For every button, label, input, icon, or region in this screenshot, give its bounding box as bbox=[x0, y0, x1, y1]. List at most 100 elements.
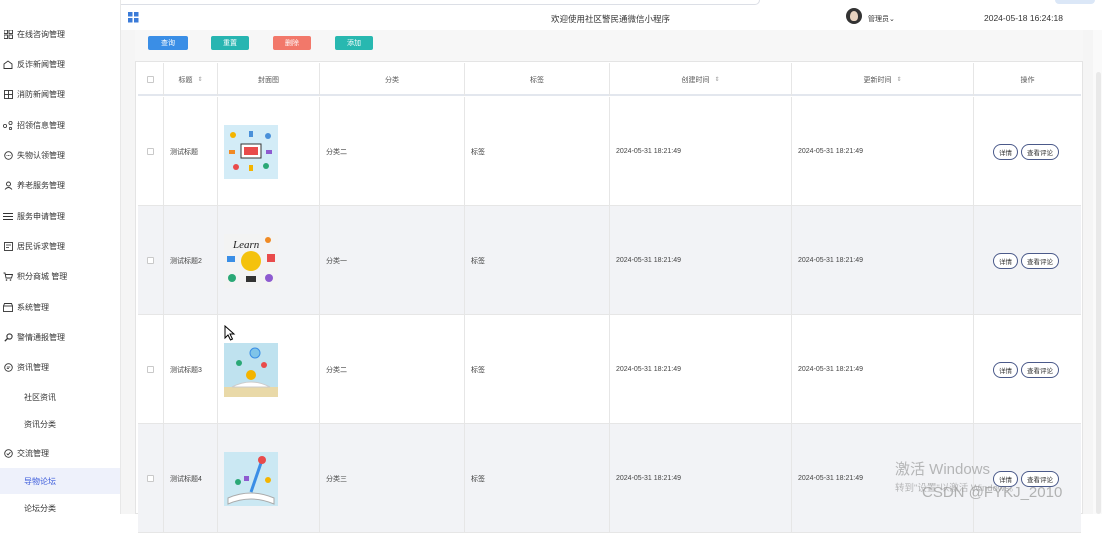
column-title-label: 标题 bbox=[178, 76, 193, 84]
sidebar-item-news[interactable]: 资讯管理 bbox=[0, 354, 120, 380]
cover-image[interactable] bbox=[224, 342, 278, 397]
column-tags: 标签 bbox=[465, 63, 610, 96]
column-updated[interactable]: 更新时间 ⇕ bbox=[792, 63, 974, 96]
sidebar-item-label: 招领信息管理 bbox=[17, 120, 65, 130]
search-icon bbox=[3, 332, 13, 342]
detail-button[interactable]: 详情 bbox=[993, 252, 1018, 269]
form-icon bbox=[3, 241, 13, 251]
sidebar-item-label: 失物认领管理 bbox=[17, 150, 65, 160]
sidebar-item-fire-news[interactable]: 消防新闻管理 bbox=[0, 81, 120, 107]
sidebar-item-label: 居民诉求管理 bbox=[17, 241, 65, 251]
view-comments-button[interactable]: 查看评论 bbox=[1021, 143, 1059, 160]
select-all-checkbox[interactable] bbox=[147, 76, 154, 83]
check-circle-icon bbox=[3, 448, 13, 458]
datetime: 2024-05-18 16:24:18 bbox=[984, 13, 1063, 23]
column-actions: 操作 bbox=[974, 63, 1081, 96]
chevron-down-icon: ⌄ bbox=[889, 16, 895, 23]
delete-button[interactable]: 删除 bbox=[273, 36, 311, 50]
sidebar-item-exchange[interactable]: 交流管理 bbox=[0, 440, 120, 466]
sidebar-item-label: 积分商城 管理 bbox=[17, 271, 68, 281]
column-cover: 封面图 bbox=[218, 63, 320, 96]
mouse-cursor-icon bbox=[224, 325, 236, 341]
menu-grid-icon[interactable] bbox=[128, 10, 139, 23]
sidebar-item-label: 资讯分类 bbox=[24, 419, 56, 429]
row-created: 2024-05-31 18:21:49 bbox=[610, 206, 792, 315]
reset-button[interactable]: 重置 bbox=[211, 36, 249, 50]
table-row: 测试标题3 分类二 标签 2024-05-31 18:21:49 2024-05… bbox=[138, 315, 1081, 424]
row-checkbox[interactable] bbox=[147, 366, 154, 373]
sidebar-item-lost-found[interactable]: 招领信息管理 bbox=[0, 112, 120, 138]
column-updated-label: 更新时间 bbox=[863, 76, 892, 84]
sort-icon[interactable]: ⇕ bbox=[896, 76, 901, 83]
sidebar-item-service-apply[interactable]: 服务申请管理 bbox=[0, 203, 120, 229]
row-updated: 2024-05-31 18:21:49 bbox=[792, 315, 974, 424]
row-category: 分类二 bbox=[320, 315, 465, 424]
sidebar-item-system[interactable]: 系统管理 bbox=[0, 294, 120, 320]
row-checkbox[interactable] bbox=[147, 148, 154, 155]
sidebar-item-points-mall[interactable]: 积分商城 管理 bbox=[0, 263, 120, 289]
user-name: 管理员 bbox=[868, 16, 889, 23]
top-header: 欢迎使用社区警民通微信小程序 管理员⌄ 2024-05-18 16:24:18 bbox=[121, 6, 1102, 30]
table-header: 标题 ⇕ 封面图 分类 标签 创建时间 ⇕ 更新时间 ⇕ 操作 bbox=[138, 63, 1081, 96]
sidebar-item-label: 消防新闻管理 bbox=[17, 89, 65, 99]
row-created: 2024-05-31 18:21:49 bbox=[610, 315, 792, 424]
column-created[interactable]: 创建时间 ⇕ bbox=[610, 63, 792, 96]
row-category: 分类二 bbox=[320, 97, 465, 206]
sidebar-item-label: 论坛分类 bbox=[24, 503, 56, 513]
column-tags-label: 标签 bbox=[530, 76, 544, 84]
query-button[interactable]: 查询 bbox=[148, 36, 188, 50]
share-icon bbox=[3, 120, 13, 130]
row-category: 分类一 bbox=[320, 206, 465, 315]
sidebar-item-label: 在线咨询管理 bbox=[17, 29, 65, 39]
detail-button[interactable]: 详情 bbox=[993, 143, 1018, 160]
row-title: 测试标题2 bbox=[164, 206, 218, 315]
sidebar-item-news-category[interactable]: 资讯分类 bbox=[0, 411, 120, 437]
vertical-scrollbar[interactable] bbox=[1096, 72, 1101, 514]
browser-action-pill[interactable] bbox=[1055, 0, 1095, 4]
sidebar-item-forum[interactable]: 导物论坛 bbox=[0, 468, 120, 494]
sidebar-item-lost-claim[interactable]: 失物认领管理 bbox=[0, 142, 120, 168]
chat-icon bbox=[3, 150, 13, 160]
sidebar-item-label: 系统管理 bbox=[17, 302, 49, 312]
row-title: 测试标题3 bbox=[164, 315, 218, 424]
sidebar-item-police-report[interactable]: 警情通报管理 bbox=[0, 324, 120, 350]
sidebar-item-elderly-service[interactable]: 养老服务管理 bbox=[0, 172, 120, 198]
sidebar-item-label: 交流管理 bbox=[17, 448, 49, 458]
columns-icon bbox=[3, 89, 13, 99]
select-all-cell bbox=[138, 63, 164, 96]
user-menu[interactable]: 管理员⌄ bbox=[868, 14, 895, 24]
store-icon bbox=[3, 302, 13, 312]
sidebar-item-anti-fraud-news[interactable]: 反诈新闻管理 bbox=[0, 51, 120, 77]
sidebar-item-community-news[interactable]: 社区资讯 bbox=[0, 384, 120, 410]
sidebar: 在线咨询管理 反诈新闻管理 消防新闻管理 招领信息管理 失物认领管理 养老服务管… bbox=[0, 0, 121, 514]
column-title[interactable]: 标题 ⇕ bbox=[164, 63, 218, 96]
cover-image[interactable]: Learn bbox=[224, 233, 278, 288]
windows-activation-watermark: 激活 Windows bbox=[895, 461, 991, 478]
sidebar-item-forum-category[interactable]: 论坛分类 bbox=[0, 495, 120, 521]
avatar[interactable] bbox=[846, 8, 862, 24]
cover-image[interactable] bbox=[224, 124, 278, 179]
view-comments-button[interactable]: 查看评论 bbox=[1021, 252, 1059, 269]
view-comments-button[interactable]: 查看评论 bbox=[1021, 361, 1059, 378]
sort-icon[interactable]: ⇕ bbox=[197, 76, 202, 83]
sidebar-item-online-consult[interactable]: 在线咨询管理 bbox=[0, 21, 120, 47]
row-title: 测试标题4 bbox=[164, 424, 218, 533]
row-checkbox[interactable] bbox=[147, 257, 154, 264]
cover-image[interactable] bbox=[224, 451, 278, 506]
add-button[interactable]: 添加 bbox=[335, 36, 373, 50]
sidebar-item-label: 导物论坛 bbox=[24, 476, 56, 486]
sidebar-item-resident-appeal[interactable]: 居民诉求管理 bbox=[0, 233, 120, 259]
row-checkbox[interactable] bbox=[147, 475, 154, 482]
message-icon bbox=[3, 362, 13, 372]
detail-button[interactable]: 详情 bbox=[993, 361, 1018, 378]
sidebar-item-label: 服务申请管理 bbox=[17, 211, 65, 221]
sidebar-item-label: 社区资讯 bbox=[24, 392, 56, 402]
sort-icon[interactable]: ⇕ bbox=[714, 76, 719, 83]
row-created: 2024-05-31 18:21:49 bbox=[610, 97, 792, 206]
csdn-watermark: CSDN @FYKJ_2010 bbox=[922, 484, 1063, 501]
row-tags: 标签 bbox=[465, 206, 610, 315]
row-tags: 标签 bbox=[465, 424, 610, 533]
home-icon bbox=[3, 59, 13, 69]
row-category: 分类三 bbox=[320, 424, 465, 533]
row-tags: 标签 bbox=[465, 97, 610, 206]
